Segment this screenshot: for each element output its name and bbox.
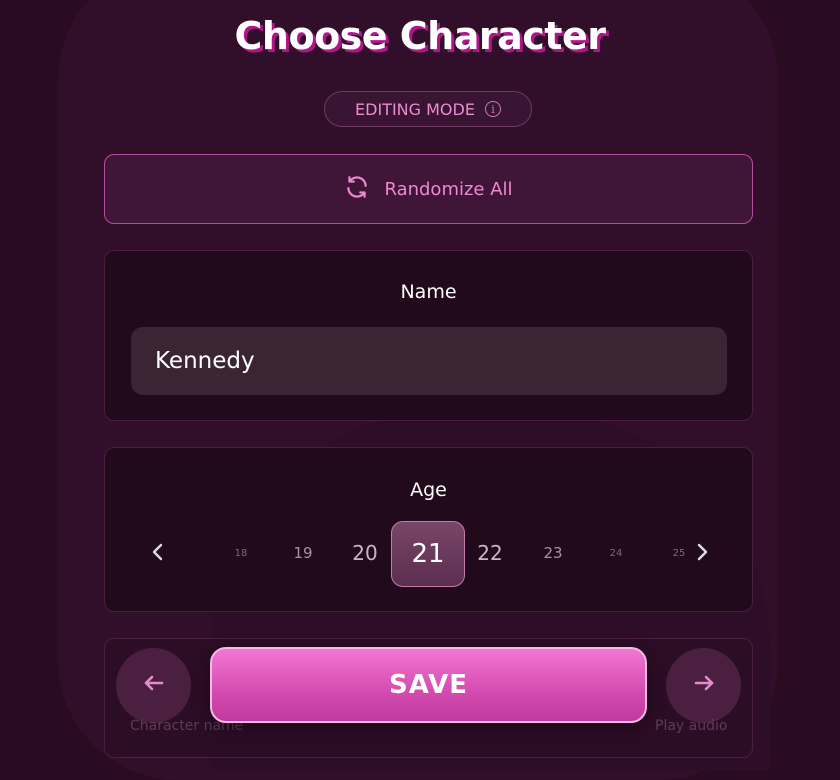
info-icon[interactable]: i — [484, 101, 501, 117]
age-option[interactable]: 19 — [291, 516, 315, 590]
editing-mode-badge[interactable]: EDITING MODE i — [324, 91, 532, 127]
randomize-all-button[interactable]: Randomize All — [104, 154, 753, 224]
age-option[interactable]: 25 — [667, 516, 691, 590]
age-option[interactable]: 18 — [229, 516, 253, 590]
age-option[interactable]: 22 — [475, 516, 505, 590]
age-option[interactable]: 24 — [604, 516, 628, 590]
editing-mode-label: EDITING MODE — [355, 99, 475, 119]
age-option-selected[interactable]: 21 — [391, 521, 465, 587]
page-title: Choose Character — [234, 14, 606, 58]
name-panel: Name — [104, 250, 753, 421]
refresh-icon — [344, 174, 370, 204]
previous-button[interactable] — [116, 648, 191, 723]
name-input[interactable] — [131, 327, 727, 395]
age-panel-title: Age — [410, 479, 447, 501]
age-option[interactable]: 23 — [541, 516, 565, 590]
age-panel: Age 18 19 20 21 22 23 24 25 — [104, 447, 753, 612]
randomize-all-label: Randomize All — [384, 178, 513, 200]
chevron-right-icon[interactable] — [690, 540, 714, 564]
arrow-left-icon — [142, 669, 166, 702]
age-option[interactable]: 20 — [350, 516, 380, 590]
chevron-left-icon[interactable] — [146, 540, 170, 564]
arrow-right-icon — [692, 669, 716, 702]
save-button[interactable]: SAVE — [210, 647, 647, 723]
name-panel-title: Name — [400, 281, 457, 303]
next-button[interactable] — [666, 648, 741, 723]
next-label: Play audio — [655, 718, 728, 734]
age-picker: 18 19 20 21 22 23 24 25 — [105, 516, 752, 590]
